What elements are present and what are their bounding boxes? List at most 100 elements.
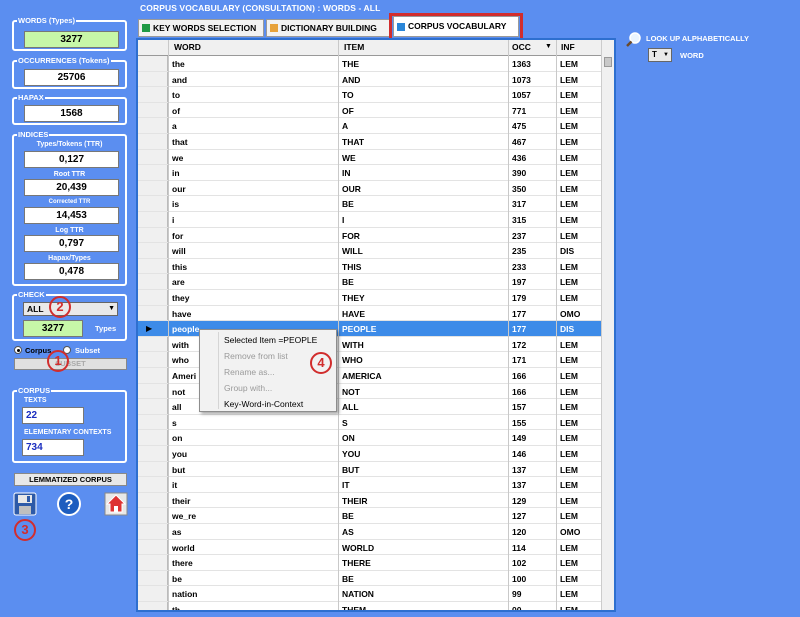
table-row[interactable]: have HAVE 177 OMO xyxy=(138,306,601,322)
table-row[interactable]: th THEM 00 LEM xyxy=(138,602,601,612)
table-row[interactable]: it IT 137 LEM xyxy=(138,477,601,493)
table-row[interactable]: of OF 771 LEM xyxy=(138,103,601,119)
table-row[interactable]: as AS 120 OMO xyxy=(138,524,601,540)
table-cell: LEM xyxy=(560,152,578,163)
col-header-occ[interactable]: OCC xyxy=(512,42,531,52)
words-panel: WORDS (Types) 3277 xyxy=(12,16,127,51)
table-row[interactable]: you YOU 146 LEM xyxy=(138,446,601,462)
contexts-value: 734 xyxy=(22,439,84,456)
table-cell: 237 xyxy=(512,230,527,241)
scrollbar-thumb[interactable] xyxy=(604,57,612,67)
table-cell: A xyxy=(342,121,349,132)
col-header-word[interactable]: WORD xyxy=(174,42,201,52)
table-cell: 235 xyxy=(512,246,527,257)
table-cell: th xyxy=(172,605,181,612)
table-row[interactable]: in IN 390 LEM xyxy=(138,165,601,181)
table-cell: 129 xyxy=(512,495,527,506)
home-icon[interactable] xyxy=(104,492,128,516)
table-cell: LEM xyxy=(560,371,578,381)
table-cell: of xyxy=(172,105,181,116)
menu-item-rename[interactable]: Rename as... xyxy=(224,367,275,377)
table-cell: LEM xyxy=(560,589,578,600)
table-cell: who xyxy=(172,355,189,366)
table-cell: be xyxy=(172,573,182,584)
table-row[interactable]: but BUT 137 LEM xyxy=(138,462,601,478)
table-cell: 771 xyxy=(512,105,527,116)
col-header-inf[interactable]: INF xyxy=(561,42,575,52)
table-cell: LEM xyxy=(560,59,578,69)
table-row[interactable]: be BE 100 LEM xyxy=(138,571,601,587)
table-cell: LEM xyxy=(560,605,578,612)
lemmatized-corpus-button[interactable]: LEMMATIZED CORPUS xyxy=(14,473,127,486)
hapax-types-value: 0,478 xyxy=(24,263,119,280)
grid-header: WORD ITEM OCC ▼ INF xyxy=(138,40,614,56)
table-cell: 179 xyxy=(512,293,527,303)
table-row[interactable]: s S 155 LEM xyxy=(138,415,601,431)
radio-corpus[interactable] xyxy=(14,346,22,354)
table-cell: AMERICA xyxy=(342,371,382,381)
table-row[interactable]: world WORLD 114 LEM xyxy=(138,540,601,556)
table-cell: 99 xyxy=(512,589,522,600)
table-cell: on xyxy=(172,433,183,444)
table-cell: LEM xyxy=(560,168,578,179)
table-cell: THEY xyxy=(342,293,365,303)
table-cell: Ameri xyxy=(172,371,197,381)
save-icon[interactable] xyxy=(13,492,37,516)
marker-1: 1 xyxy=(47,350,69,372)
table-row[interactable]: are BE 197 LEM xyxy=(138,274,601,290)
table-row[interactable]: there THERE 102 LEM xyxy=(138,555,601,571)
table-cell: have xyxy=(172,308,192,319)
vocabulary-icon xyxy=(397,23,405,31)
table-cell: that xyxy=(172,137,188,147)
table-row[interactable]: we WE 436 LEM xyxy=(138,150,601,166)
table-cell: LEM xyxy=(560,137,578,147)
table-row[interactable]: will WILL 235 DIS xyxy=(138,243,601,259)
table-cell: but xyxy=(172,464,186,475)
table-cell: THAT xyxy=(342,137,365,147)
menu-item-kwic[interactable]: Key-Word-in-Context xyxy=(224,399,303,409)
table-row[interactable]: nation NATION 99 LEM xyxy=(138,586,601,602)
tab-dictionary-building[interactable]: DICTIONARY BUILDING xyxy=(266,19,390,37)
table-row[interactable]: and AND 1073 LEM xyxy=(138,72,601,88)
table-row[interactable]: on ON 149 LEM xyxy=(138,430,601,446)
menu-item-remove[interactable]: Remove from list xyxy=(224,351,288,361)
table-row[interactable]: for FOR 237 LEM xyxy=(138,228,601,244)
row-pointer-icon: ▶ xyxy=(146,324,153,333)
hapax-panel: HAPAX 1568 xyxy=(12,93,127,125)
table-cell: LEM xyxy=(560,449,578,459)
table-cell: LEM xyxy=(560,183,578,194)
table-cell: 233 xyxy=(512,261,527,272)
table-cell: all xyxy=(172,402,182,413)
table-row[interactable]: i I 315 LEM xyxy=(138,212,601,228)
help-icon[interactable]: ? xyxy=(57,492,81,516)
table-cell: LEM xyxy=(560,558,578,569)
table-row[interactable]: a A 475 LEM xyxy=(138,118,601,134)
col-header-item[interactable]: ITEM xyxy=(344,42,364,52)
subset-button[interactable]: SUBSET xyxy=(14,358,127,370)
table-cell: in xyxy=(172,168,180,179)
table-cell: 171 xyxy=(512,355,527,366)
table-row[interactable]: this THIS 233 LEM xyxy=(138,259,601,275)
sort-desc-icon: ▼ xyxy=(545,43,552,50)
table-row[interactable]: the THE 1363 LEM xyxy=(138,56,601,72)
tab-corpus-vocabulary[interactable]: CORPUS VOCABULARY xyxy=(393,16,519,37)
table-cell: 475 xyxy=(512,121,527,132)
table-row[interactable]: that THAT 467 LEM xyxy=(138,134,601,150)
table-cell: LEM xyxy=(560,433,578,444)
table-row[interactable]: we_re BE 127 LEM xyxy=(138,508,601,524)
vocabulary-grid[interactable]: WORD ITEM OCC ▼ INF the THE 1363 LEM and AND 1… xyxy=(136,38,616,612)
table-row[interactable]: our OUR 350 LEM xyxy=(138,181,601,197)
tab-key-words-selection[interactable]: KEY WORDS SELECTION xyxy=(138,19,264,37)
table-cell: as xyxy=(172,527,182,537)
menu-item-selected[interactable]: Selected Item =PEOPLE xyxy=(224,335,317,345)
table-row[interactable]: their THEIR 129 LEM xyxy=(138,493,601,509)
table-cell: for xyxy=(172,230,184,241)
table-row[interactable]: to TO 1057 LEM xyxy=(138,87,601,103)
table-row[interactable]: is BE 317 LEM xyxy=(138,196,601,212)
vertical-scrollbar[interactable] xyxy=(601,40,614,610)
table-row[interactable]: they THEY 179 LEM xyxy=(138,290,601,306)
table-cell: 137 xyxy=(512,464,527,475)
marker-4: 4 xyxy=(310,352,332,374)
menu-item-group[interactable]: Group with... xyxy=(224,383,272,393)
lookup-select[interactable]: T ▼ xyxy=(648,48,672,62)
